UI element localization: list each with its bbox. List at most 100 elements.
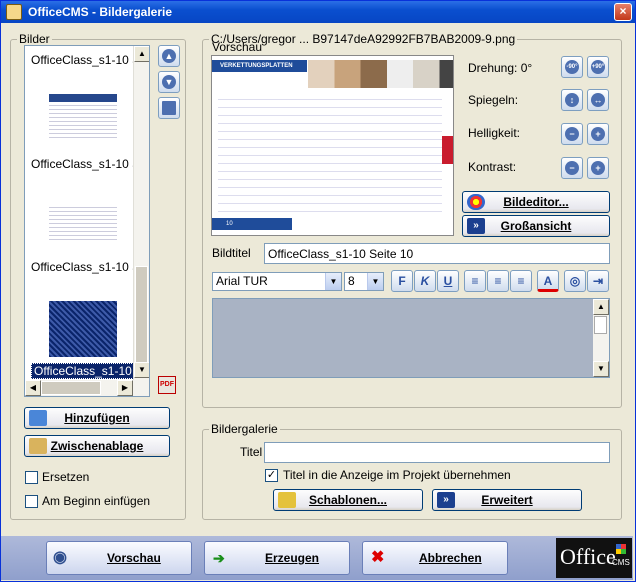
close-button[interactable]: × xyxy=(614,3,632,21)
chevron-down-icon[interactable]: ▼ xyxy=(367,273,383,290)
scroll-thumb[interactable] xyxy=(594,316,607,334)
arrow-up-icon: ▲ xyxy=(162,49,176,63)
schablonen-button[interactable]: Schablonen... xyxy=(273,489,423,511)
ersetzen-label: Ersetzen xyxy=(42,470,90,484)
grossansicht-button[interactable]: » Großansicht xyxy=(462,215,610,237)
palette-icon xyxy=(467,194,485,210)
titel-checkbox-label: Titel in die Anzeige im Projekt übernehm… xyxy=(283,468,511,482)
align-right-button[interactable]: ≡ xyxy=(510,270,532,292)
contrast-minus-icon: − xyxy=(565,161,579,175)
logo-office-text: Office xyxy=(560,544,616,569)
text-color-button[interactable]: A xyxy=(537,270,559,292)
scroll-left-icon[interactable]: ◀ xyxy=(25,380,41,396)
size-select-value: 8 xyxy=(348,274,355,288)
logo-cms-text: CMS xyxy=(612,558,630,567)
brightness-down-button[interactable]: − xyxy=(561,123,583,145)
preview-red-tab xyxy=(442,136,453,164)
bildeditor-label: Bildeditor... xyxy=(503,195,569,209)
properties-button[interactable] xyxy=(158,97,180,119)
rotate-right-button[interactable]: +90° xyxy=(587,56,609,78)
preview-doc-header: VERKETTUNGSPLATTEN xyxy=(212,60,307,72)
move-down-button[interactable]: ▼ xyxy=(158,71,180,93)
clipboard-button[interactable]: Zwischenablage xyxy=(24,435,170,457)
clipboard-icon xyxy=(29,438,47,454)
add-button-label: Hinzufügen xyxy=(64,411,130,425)
erzeugen-button-label: Erzeugen xyxy=(265,551,320,565)
bildeditor-button[interactable]: Bildeditor... xyxy=(462,191,610,213)
align-center-button[interactable]: ≡ xyxy=(487,270,509,292)
scroll-up-icon[interactable]: ▲ xyxy=(134,46,149,62)
scroll-down-icon[interactable]: ▼ xyxy=(593,361,609,377)
scroll-thumb[interactable] xyxy=(135,266,148,364)
titel-checkbox[interactable]: ✓ xyxy=(265,469,278,482)
mirror-vertical-button[interactable]: ↕ xyxy=(561,89,583,111)
flip-vertical-icon: ↕ xyxy=(565,93,579,107)
titel-input[interactable] xyxy=(264,442,610,463)
plus-icon: + xyxy=(591,127,605,141)
size-select[interactable]: 8 ▼ xyxy=(344,272,384,291)
ersetzen-checkbox[interactable] xyxy=(25,471,38,484)
image-preview[interactable]: VERKETTUNGSPLATTEN 10 xyxy=(211,55,454,236)
italic-button[interactable]: K xyxy=(414,270,436,292)
scroll-right-icon[interactable]: ▶ xyxy=(117,380,133,396)
rotate-left-button[interactable]: -90° xyxy=(561,56,583,78)
editor-scrollbar[interactable]: ▲ ▼ xyxy=(593,299,609,377)
windows-flag-icon xyxy=(616,544,626,554)
scroll-down-icon[interactable]: ▼ xyxy=(134,362,149,378)
page-icon xyxy=(162,101,176,115)
bildtitel-label: Bildtitel xyxy=(212,246,251,260)
clipboard-button-label: Zwischenablage xyxy=(50,439,144,453)
bilder-legend: Bilder xyxy=(19,32,50,46)
erzeugen-button[interactable]: ➔ Erzeugen xyxy=(204,541,350,575)
scroll-up-icon[interactable]: ▲ xyxy=(593,299,609,315)
contrast-plus-icon: + xyxy=(591,161,605,175)
image-list[interactable]: OfficeClass_s1-10 Seite 7 OfficeClass_s1… xyxy=(24,45,150,397)
am-beginn-checkbox[interactable] xyxy=(25,495,38,508)
grossansicht-label: Großansicht xyxy=(500,219,572,233)
list-item-thumbnail-selected xyxy=(49,301,117,357)
list-item-thumbnail xyxy=(49,196,117,252)
align-left-button[interactable]: ≡ xyxy=(464,270,486,292)
am-beginn-label: Am Beginn einfügen xyxy=(42,494,151,508)
vorschau-button[interactable]: ◉ Vorschau xyxy=(46,541,192,575)
eye-icon: ◉ xyxy=(53,549,67,566)
minus-icon: − xyxy=(565,127,579,141)
font-select-value: Arial TUR xyxy=(216,274,268,288)
arrow-right-icon: ➔ xyxy=(213,550,225,566)
globe-icon[interactable]: ◎ xyxy=(564,270,586,292)
add-button[interactable]: Hinzufügen xyxy=(24,407,170,429)
title-editor-area[interactable]: ▲ ▼ xyxy=(212,298,610,378)
pdf-icon[interactable]: PDF xyxy=(158,376,176,394)
chevron-down-icon[interactable]: ▼ xyxy=(325,273,341,290)
font-select[interactable]: Arial TUR ▼ xyxy=(212,272,342,291)
contrast-down-button[interactable]: − xyxy=(561,157,583,179)
helligkeit-label: Helligkeit: xyxy=(468,126,521,140)
preview-table xyxy=(218,92,442,212)
brightness-up-button[interactable]: + xyxy=(587,123,609,145)
cancel-x-icon: ✖ xyxy=(371,549,385,566)
list-horizontal-scrollbar[interactable]: ◀ ▶ xyxy=(25,380,149,396)
preview-page-number: 10 xyxy=(212,218,292,230)
vorschau-button-label: Vorschau xyxy=(107,551,161,565)
titel-label: Titel xyxy=(240,445,263,459)
contrast-up-button[interactable]: + xyxy=(587,157,609,179)
rotate-right-icon: +90° xyxy=(591,60,605,74)
underline-button[interactable]: U xyxy=(437,270,459,292)
bold-button[interactable]: F xyxy=(391,270,413,292)
abbrechen-button[interactable]: ✖ Abbrechen xyxy=(362,541,508,575)
import-icon[interactable]: ⇥ xyxy=(587,270,609,292)
preview-swatches xyxy=(308,60,453,88)
vorschau-label: Vorschau xyxy=(212,40,263,54)
list-vertical-scrollbar[interactable]: ▲ ▼ xyxy=(133,46,149,380)
mirror-horizontal-button[interactable]: ↔ xyxy=(587,89,609,111)
folder-open-icon xyxy=(29,410,47,426)
hscroll-thumb[interactable] xyxy=(41,381,101,395)
title-bar[interactable]: OfficeCMS - Bildergalerie × xyxy=(1,1,635,23)
officecms-logo: Office CMS xyxy=(556,538,632,578)
app-icon xyxy=(6,4,22,20)
move-up-button[interactable]: ▲ xyxy=(158,45,180,67)
erweitert-button[interactable]: » Erweitert xyxy=(432,489,582,511)
window-title: OfficeCMS - Bildergalerie xyxy=(28,5,173,19)
template-icon xyxy=(278,492,296,508)
bildtitel-input[interactable] xyxy=(264,243,610,264)
